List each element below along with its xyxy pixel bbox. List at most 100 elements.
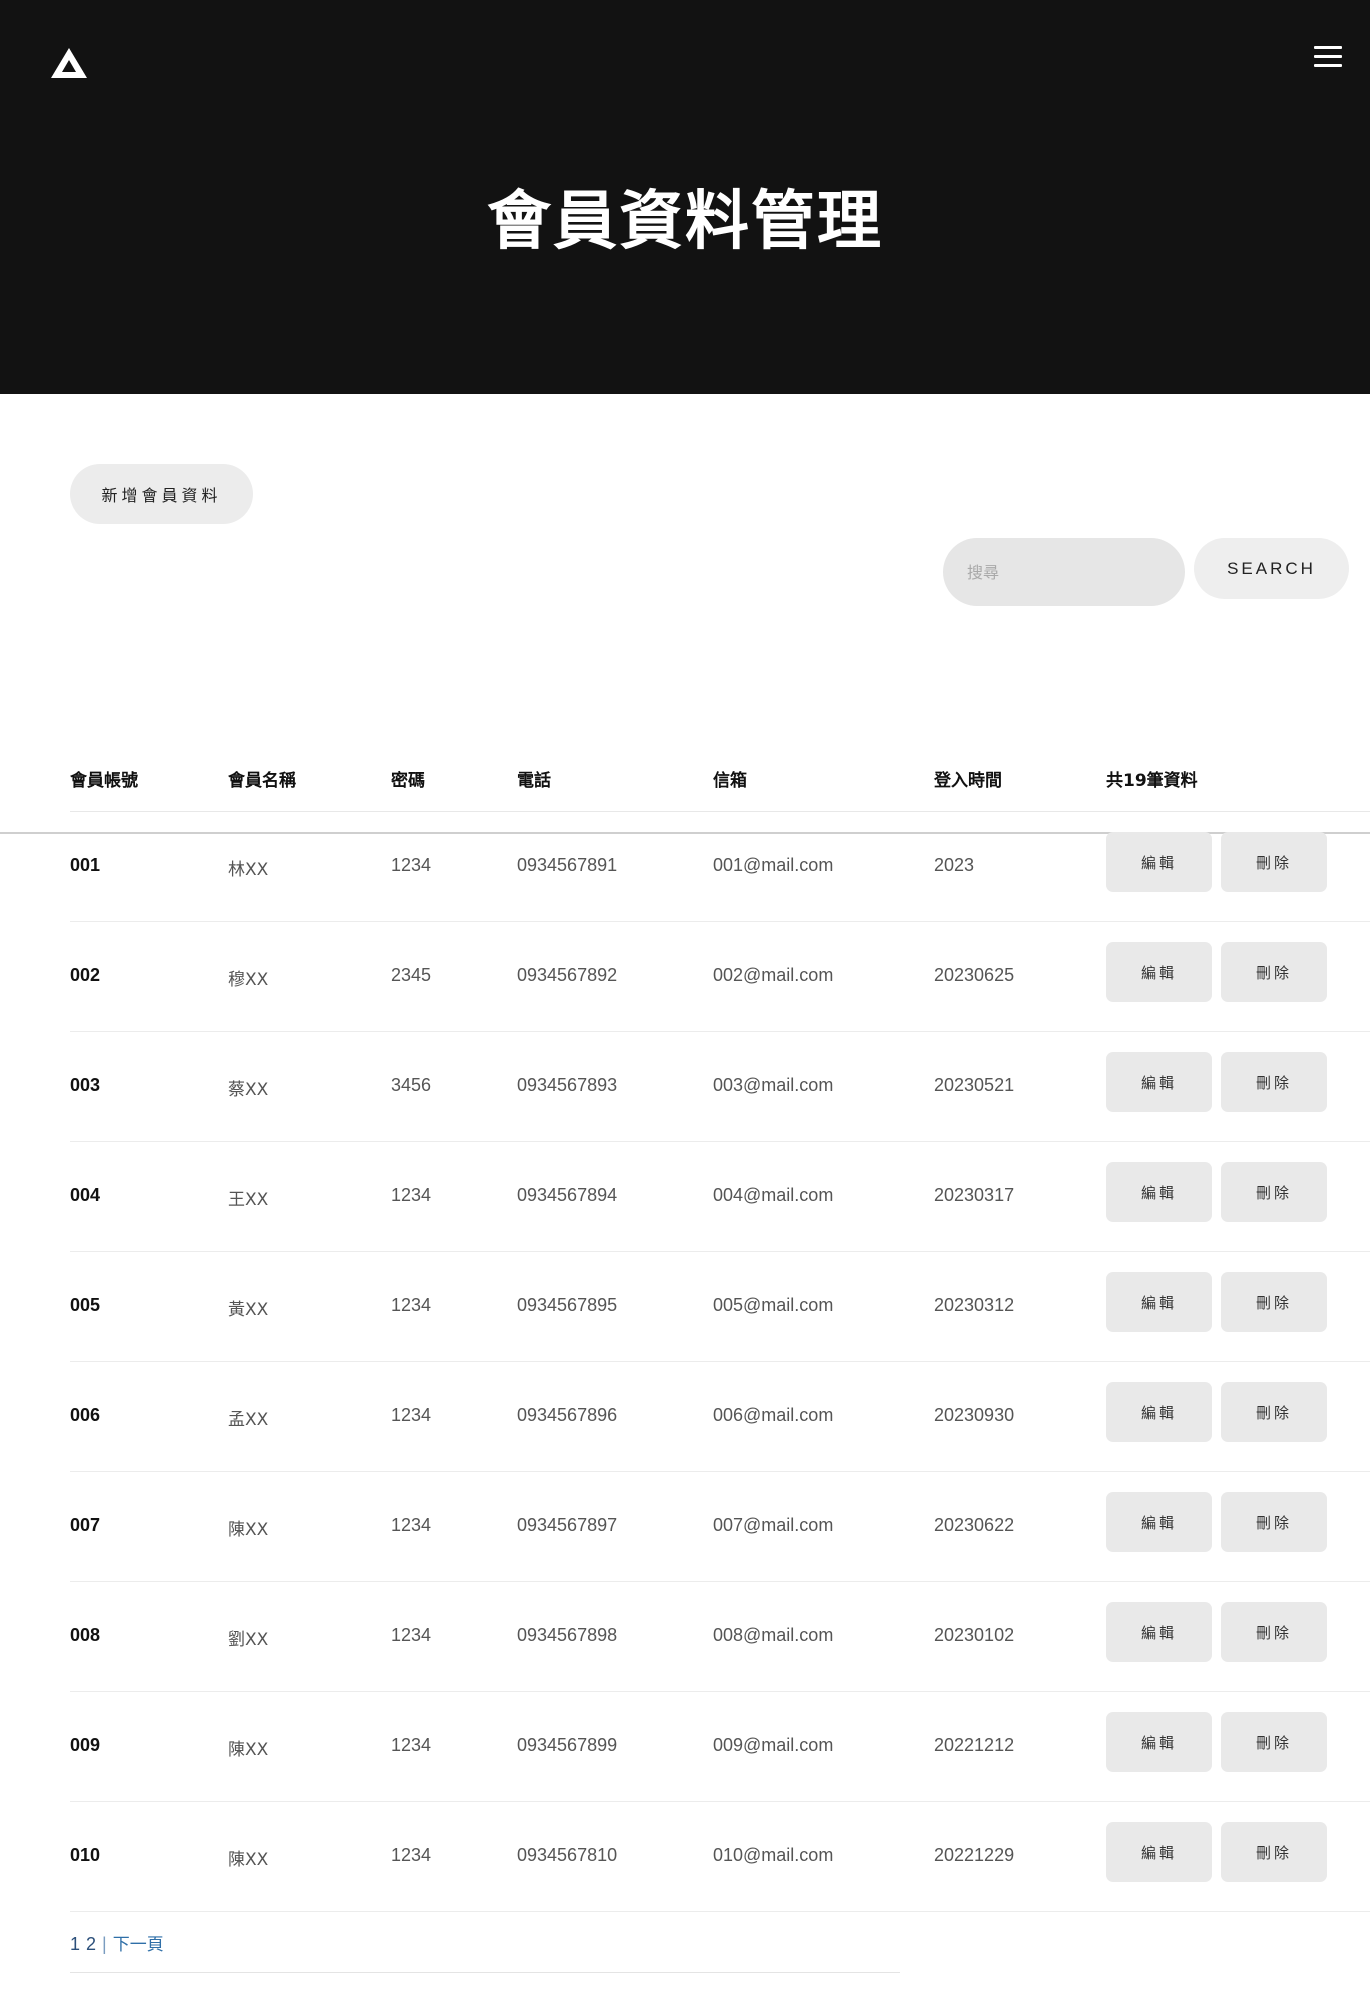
member-account: 010: [70, 1845, 101, 1865]
edit-button[interactable]: 編輯: [1106, 1382, 1212, 1442]
member-name: 劉XX: [228, 1630, 269, 1650]
pagination: 1 2 | 下一頁: [70, 1930, 164, 1955]
member-phone: 0934567898: [517, 1625, 618, 1645]
divider: [70, 1972, 900, 1973]
edit-button[interactable]: 編輯: [1106, 1162, 1212, 1222]
member-password: 3456: [391, 1075, 432, 1095]
page-title: 會員資料管理: [487, 185, 883, 259]
member-account: 007: [70, 1515, 101, 1535]
delete-button[interactable]: 刪除: [1221, 1052, 1327, 1112]
edit-button[interactable]: 編輯: [1106, 1712, 1212, 1772]
member-email: 010@mail.com: [713, 1845, 834, 1865]
add-member-button[interactable]: 新增會員資料: [70, 464, 253, 524]
member-email: 001@mail.com: [713, 855, 834, 875]
page-link-2[interactable]: 2: [86, 1934, 96, 1954]
column-header-phone: 電話: [517, 771, 551, 791]
member-email: 004@mail.com: [713, 1185, 834, 1205]
member-login-time: 20221229: [934, 1845, 1015, 1865]
member-phone: 0934567893: [517, 1075, 618, 1095]
edit-button[interactable]: 編輯: [1106, 1272, 1212, 1332]
delete-button[interactable]: 刪除: [1221, 1492, 1327, 1552]
member-account: 003: [70, 1075, 101, 1095]
member-name: 陳XX: [228, 1520, 269, 1540]
member-account: 006: [70, 1405, 101, 1425]
table-row: 009 陳XX 1234 0934567899 009@mail.com 202…: [0, 1692, 1370, 1802]
delete-button[interactable]: 刪除: [1221, 942, 1327, 1002]
member-login-time: 20230521: [934, 1075, 1015, 1095]
member-phone: 0934567897: [517, 1515, 618, 1535]
search-input[interactable]: [943, 538, 1185, 606]
edit-button[interactable]: 編輯: [1106, 832, 1212, 892]
member-name: 陳XX: [228, 1850, 269, 1870]
member-password: 1234: [391, 1625, 432, 1645]
member-account: 008: [70, 1625, 101, 1645]
page-link-1[interactable]: 1: [70, 1934, 80, 1954]
member-account: 002: [70, 965, 101, 985]
record-count: 共19筆資料: [1106, 771, 1198, 791]
member-account: 001: [70, 855, 101, 875]
edit-button[interactable]: 編輯: [1106, 942, 1212, 1002]
search-button[interactable]: SEARCH: [1194, 538, 1349, 599]
delete-button[interactable]: 刪除: [1221, 1382, 1327, 1442]
member-login-time: 20230625: [934, 965, 1015, 985]
member-email: 003@mail.com: [713, 1075, 834, 1095]
member-email: 006@mail.com: [713, 1405, 834, 1425]
delete-button[interactable]: 刪除: [1221, 1712, 1327, 1772]
hamburger-menu-icon[interactable]: [1312, 43, 1344, 71]
mountain-logo-icon[interactable]: [49, 46, 89, 80]
column-header-login-time: 登入時間: [934, 771, 1002, 791]
column-header-email: 信箱: [713, 771, 747, 791]
column-header-name: 會員名稱: [228, 771, 296, 791]
member-email: 009@mail.com: [713, 1735, 834, 1755]
member-account: 005: [70, 1295, 101, 1315]
menu-bar: [1314, 55, 1342, 58]
delete-button[interactable]: 刪除: [1221, 1272, 1327, 1332]
member-password: 1234: [391, 1845, 432, 1865]
member-login-time: 2023: [934, 855, 975, 875]
table-row: 003 蔡XX 3456 0934567893 003@mail.com 202…: [0, 1032, 1370, 1142]
member-password: 1234: [391, 1185, 432, 1205]
edit-button[interactable]: 編輯: [1106, 1602, 1212, 1662]
pagination-separator: |: [102, 1934, 107, 1954]
member-account: 009: [70, 1735, 101, 1755]
delete-button[interactable]: 刪除: [1221, 1162, 1327, 1222]
edit-button[interactable]: 編輯: [1106, 1822, 1212, 1882]
row-divider: [70, 1911, 1370, 1912]
member-phone: 0934567891: [517, 855, 618, 875]
menu-bar: [1314, 46, 1342, 49]
member-email: 007@mail.com: [713, 1515, 834, 1535]
member-login-time: 20230930: [934, 1405, 1015, 1425]
member-login-time: 20230312: [934, 1295, 1015, 1315]
member-account: 004: [70, 1185, 101, 1205]
member-name: 孟XX: [228, 1410, 269, 1430]
member-password: 2345: [391, 965, 432, 985]
table-row: 010 陳XX 1234 0934567810 010@mail.com 202…: [0, 1802, 1370, 1912]
delete-button[interactable]: 刪除: [1221, 1602, 1327, 1662]
member-email: 005@mail.com: [713, 1295, 834, 1315]
member-password: 1234: [391, 1735, 432, 1755]
edit-button[interactable]: 編輯: [1106, 1492, 1212, 1552]
member-login-time: 20230102: [934, 1625, 1015, 1645]
member-phone: 0934567895: [517, 1295, 618, 1315]
column-header-account: 會員帳號: [70, 771, 138, 791]
menu-bar: [1314, 64, 1342, 67]
next-page-link[interactable]: 下一頁: [113, 1935, 164, 1955]
table-row: 005 黃XX 1234 0934567895 005@mail.com 202…: [0, 1252, 1370, 1362]
member-login-time: 20230622: [934, 1515, 1015, 1535]
member-phone: 0934567899: [517, 1735, 618, 1755]
member-name: 蔡XX: [228, 1080, 269, 1100]
delete-button[interactable]: 刪除: [1221, 1822, 1327, 1882]
member-phone: 0934567896: [517, 1405, 618, 1425]
member-name: 林XX: [228, 860, 269, 880]
member-password: 1234: [391, 1405, 432, 1425]
delete-button[interactable]: 刪除: [1221, 832, 1327, 892]
member-password: 1234: [391, 1515, 432, 1535]
edit-button[interactable]: 編輯: [1106, 1052, 1212, 1112]
member-phone: 0934567892: [517, 965, 618, 985]
table-row: 006 孟XX 1234 0934567896 006@mail.com 202…: [0, 1362, 1370, 1472]
member-name: 穆XX: [228, 970, 269, 990]
member-email: 008@mail.com: [713, 1625, 834, 1645]
table-row: 007 陳XX 1234 0934567897 007@mail.com 202…: [0, 1472, 1370, 1582]
table-row: 004 王XX 1234 0934567894 004@mail.com 202…: [0, 1142, 1370, 1252]
member-phone: 0934567894: [517, 1185, 618, 1205]
